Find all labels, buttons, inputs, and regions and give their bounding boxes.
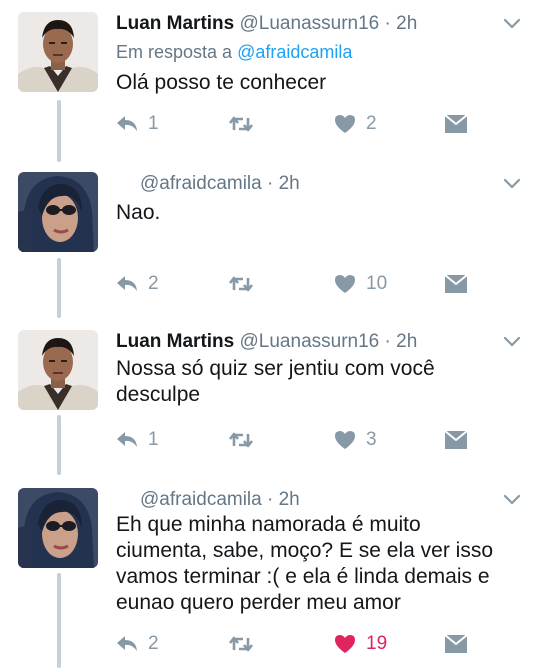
timestamp[interactable]: 2h	[396, 331, 417, 352]
direct-message-button[interactable]	[444, 112, 468, 136]
like-count: 3	[366, 429, 377, 450]
heart-icon	[335, 115, 355, 133]
avatar[interactable]	[18, 12, 98, 92]
tweet-actions: 1 2	[116, 112, 476, 136]
reply-prefix: Em resposta a	[116, 42, 233, 62]
tweet-header: @afraidcamila · 2h	[140, 488, 300, 512]
envelope-icon	[444, 634, 468, 653]
tweet: Luan Martins @Luanassurn16 · 2h Em respo…	[0, 12, 539, 152]
like-count: 10	[366, 273, 388, 294]
tweet-actions: 2 10	[116, 272, 476, 296]
tweet-actions: 1 3	[116, 428, 476, 452]
chevron-down-icon[interactable]	[503, 178, 521, 190]
retweet-button[interactable]	[228, 428, 264, 452]
reply-icon	[117, 116, 137, 131]
tweet-text-line: vamos terminar :( e ela é linda demais e	[116, 565, 490, 588]
direct-message-button[interactable]	[444, 272, 468, 296]
username[interactable]: @afraidcamila	[140, 173, 262, 194]
tweet-header: Luan Martins @Luanassurn16 · 2h	[116, 12, 417, 36]
direct-message-button[interactable]	[444, 632, 468, 656]
like-button[interactable]: 10	[334, 272, 387, 296]
retweet-icon	[228, 276, 254, 292]
separator: ·	[384, 13, 391, 34]
reply-button[interactable]: 2	[116, 632, 159, 656]
separator: ·	[384, 331, 391, 352]
display-name[interactable]: Luan Martins	[116, 13, 234, 34]
retweet-button[interactable]	[228, 632, 264, 656]
reply-to-link[interactable]: @afraidcamila	[237, 42, 352, 62]
envelope-icon	[444, 430, 468, 449]
tweet-text: Nossa só quiz ser jentiu com você descul…	[116, 356, 516, 408]
heart-icon	[335, 635, 355, 653]
tweet-text-line: desculpe	[116, 383, 201, 406]
heart-icon	[335, 275, 355, 293]
envelope-icon	[444, 114, 468, 133]
direct-message-button[interactable]	[444, 428, 468, 452]
tweet-text: Eh que minha namorada é muito ciumenta, …	[116, 512, 516, 616]
tweet-header: Luan Martins @Luanassurn16 · 2h	[116, 330, 417, 354]
retweet-button[interactable]	[228, 272, 264, 296]
reply-count: 2	[148, 273, 159, 294]
retweet-icon	[228, 636, 254, 652]
reply-button[interactable]: 2	[116, 272, 159, 296]
tweet: @afraidcamila · 2h Eh que minha namorada…	[0, 488, 539, 658]
chevron-down-icon[interactable]	[503, 336, 521, 348]
envelope-icon	[444, 274, 468, 293]
like-button[interactable]: 19	[334, 632, 387, 656]
tweet-header: @afraidcamila · 2h	[140, 172, 300, 196]
reply-icon	[117, 432, 137, 447]
chevron-down-icon[interactable]	[503, 494, 521, 506]
timestamp[interactable]: 2h	[279, 173, 300, 194]
tweet-text-line: eunao quero perder meu amor	[116, 591, 401, 614]
separator: ·	[267, 173, 274, 194]
tweet-text-line: Nossa só quiz ser jentiu com você	[116, 357, 435, 380]
reply-icon	[117, 276, 137, 291]
like-count: 2	[366, 113, 377, 134]
like-button[interactable]: 2	[334, 112, 377, 136]
retweet-button[interactable]	[228, 112, 264, 136]
reply-icon	[117, 636, 137, 651]
reply-context: Em resposta a @afraidcamila	[116, 42, 352, 63]
tweet-actions: 2 19	[116, 632, 476, 656]
reply-count: 2	[148, 633, 159, 654]
tweet-text: Nao.	[116, 200, 516, 226]
tweet: Luan Martins @Luanassurn16 · 2h Nossa só…	[0, 330, 539, 470]
chevron-down-icon[interactable]	[503, 18, 521, 30]
username[interactable]: @Luanassurn16	[240, 13, 380, 34]
tweet-text-line: Nao.	[116, 201, 161, 224]
avatar[interactable]	[18, 488, 98, 568]
username[interactable]: @afraidcamila	[140, 489, 262, 510]
tweet: @afraidcamila · 2h Nao. 2 10	[0, 172, 539, 312]
timestamp[interactable]: 2h	[396, 13, 417, 34]
display-name[interactable]: Luan Martins	[116, 331, 234, 352]
separator: ·	[267, 489, 274, 510]
avatar[interactable]	[18, 330, 98, 410]
reply-button[interactable]: 1	[116, 428, 159, 452]
like-button[interactable]: 3	[334, 428, 377, 452]
reply-button[interactable]: 1	[116, 112, 159, 136]
timestamp[interactable]: 2h	[279, 489, 300, 510]
reply-count: 1	[148, 113, 159, 134]
heart-icon	[335, 431, 355, 449]
username[interactable]: @Luanassurn16	[240, 331, 380, 352]
tweet-text-line: ciumenta, sabe, moço? E se ela ver isso	[116, 539, 494, 562]
tweet-text-line: Eh que minha namorada é muito	[116, 513, 421, 536]
avatar[interactable]	[18, 172, 98, 252]
retweet-icon	[228, 116, 254, 132]
tweet-text: Olá posso te conhecer	[116, 70, 516, 96]
like-count: 19	[366, 633, 388, 654]
tweet-text-line: Olá posso te conhecer	[116, 71, 327, 94]
retweet-icon	[228, 432, 254, 448]
reply-count: 1	[148, 429, 159, 450]
